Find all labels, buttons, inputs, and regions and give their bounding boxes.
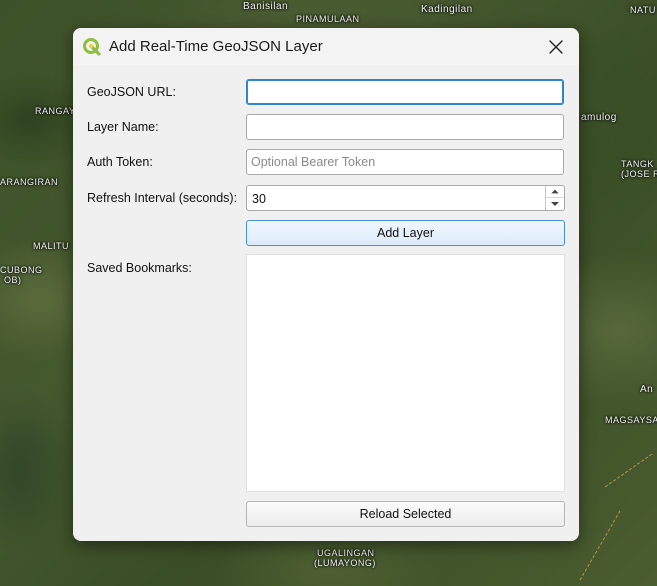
dialog-title: Add Real-Time GeoJSON Layer — [109, 38, 323, 55]
map-label: PINAMULAAN — [296, 14, 360, 24]
saved-bookmarks-label: Saved Bookmarks: — [87, 261, 192, 275]
map-label: Kadingilan — [421, 4, 473, 15]
map-label: (LUMAYONG) — [314, 558, 376, 568]
layer-name-input[interactable] — [246, 114, 564, 140]
map-label: RANGAY — [35, 106, 76, 116]
spin-buttons — [545, 186, 564, 210]
refresh-interval-value[interactable]: 30 — [252, 192, 266, 206]
qgis-logo-icon — [83, 38, 101, 56]
map-label: NATU — [630, 5, 656, 15]
add-geojson-layer-dialog: Add Real-Time GeoJSON Layer GeoJSON URL:… — [73, 28, 579, 541]
map-label: Banisilan — [243, 1, 289, 12]
geojson-url-label: GeoJSON URL: — [87, 85, 176, 99]
add-layer-button[interactable]: Add Layer — [246, 220, 565, 246]
map-label: TANGK — [621, 159, 654, 169]
spin-up-arrow-icon[interactable] — [546, 186, 564, 198]
spin-down-arrow-icon[interactable] — [546, 198, 564, 210]
map-label: CUBONG — [0, 265, 43, 275]
dialog-titlebar[interactable]: Add Real-Time GeoJSON Layer — [73, 28, 579, 65]
map-label: An — [640, 384, 654, 395]
saved-bookmarks-list[interactable] — [246, 254, 565, 492]
map-label: MALITU — [33, 241, 70, 251]
map-label: OB) — [4, 275, 22, 285]
map-label: (JOSE R — [621, 169, 657, 179]
auth-token-input[interactable] — [246, 149, 564, 175]
reload-selected-button[interactable]: Reload Selected — [246, 501, 565, 527]
map-label: amulog — [581, 112, 617, 123]
map-label: MAGSAYSA — [605, 415, 657, 425]
geojson-url-input[interactable] — [246, 79, 564, 105]
refresh-interval-spinbox[interactable]: 30 — [246, 185, 565, 211]
layer-name-label: Layer Name: — [87, 120, 159, 134]
map-label: UGALINGAN — [317, 548, 375, 558]
close-icon[interactable] — [543, 34, 569, 60]
refresh-interval-label: Refresh Interval (seconds): — [87, 191, 238, 205]
map-label: ARANGIRAN — [0, 177, 59, 187]
auth-token-label: Auth Token: — [87, 155, 153, 169]
